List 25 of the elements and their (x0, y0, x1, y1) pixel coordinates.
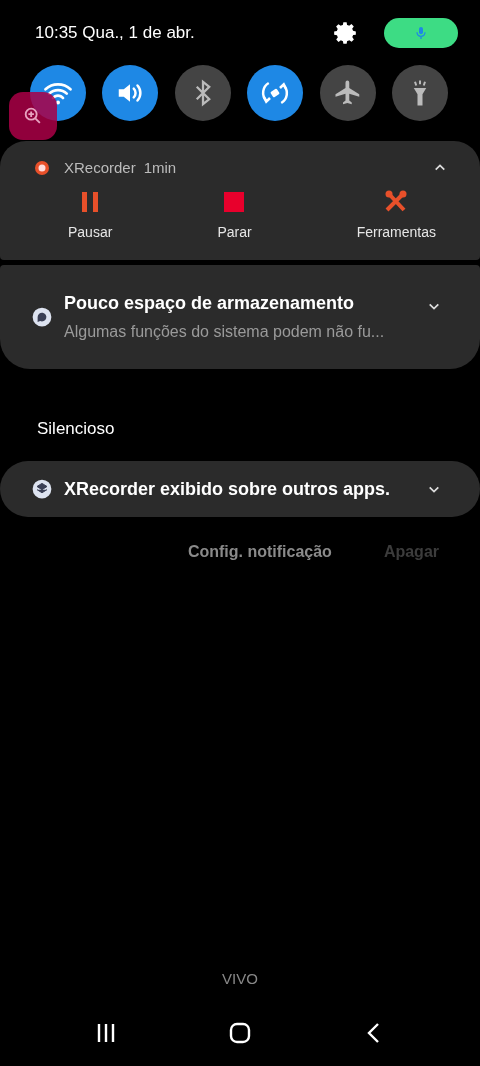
notification-card[interactable]: XRecorder 1min Pausar Parar Ferramentas (0, 141, 480, 260)
home-icon[interactable] (228, 1021, 252, 1045)
carrier-name: VIVO (221, 970, 259, 989)
layers-icon (32, 479, 52, 499)
action-button[interactable]: Pausar (68, 224, 113, 240)
action-button[interactable]: Ferramentas (356, 224, 436, 240)
settings-icon[interactable] (332, 20, 358, 46)
stop-icon[interactable] (222, 190, 247, 214)
section-heading: Silencioso (36, 418, 116, 440)
tools-icon[interactable] (384, 190, 409, 214)
notification-text: Algumas funções do sistema podem não fu... (64, 323, 386, 341)
date-time: 10:35 Qua., 1 de abr. (35, 23, 195, 43)
notification-title: Pouco espaço de armazenamento (64, 293, 356, 314)
recorder-app-icon (34, 159, 50, 176)
chat-bubble-icon (32, 307, 52, 327)
notification-time: 1min (143, 159, 177, 176)
notification-title: XRecorder exibido sobre outros apps. (64, 478, 392, 500)
notification-card[interactable]: XRecorder exibido sobre outros apps. (0, 461, 480, 517)
app-name: XRecorder (64, 159, 136, 176)
microphone-icon (413, 24, 429, 42)
microphone-indicator[interactable] (384, 18, 458, 48)
action-button[interactable]: Parar (217, 224, 252, 240)
notification-card[interactable]: Pouco espaço de armazenamento Algumas funções do sistema podem não fu... (0, 265, 480, 369)
settings-link[interactable]: Config. notificação (187, 543, 332, 561)
floating-zoom-button[interactable] (9, 92, 57, 140)
